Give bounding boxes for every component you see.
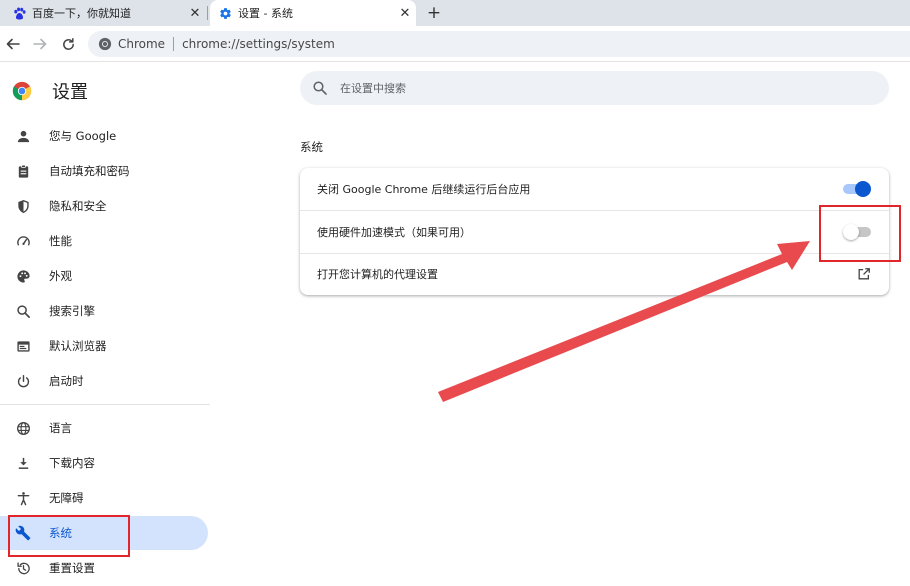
sidebar-item-appearance[interactable]: 外观: [0, 259, 208, 293]
settings-gear-icon: [218, 6, 232, 20]
sidebar-item-label: 隐私和安全: [49, 199, 107, 213]
tab-close-button[interactable]: ✕: [188, 6, 202, 21]
sidebar-item-autofill[interactable]: 自动填充和密码: [0, 154, 208, 188]
sidebar-item-label: 默认浏览器: [49, 339, 107, 353]
chrome-logo-icon: [98, 37, 112, 51]
sidebar-item-label: 您与 Google: [49, 129, 117, 143]
arrow-left-icon: [6, 38, 20, 50]
arrow-right-icon: [33, 38, 47, 50]
sidebar-item-label: 外观: [49, 269, 72, 283]
settings-title: 设置: [52, 82, 88, 103]
annotation-highlight-box: [819, 205, 901, 262]
baidu-paw-icon: [12, 6, 26, 20]
sidebar-item-on-startup[interactable]: 启动时: [0, 364, 208, 398]
sidebar-item-label: 无障碍: [49, 491, 84, 505]
person-icon: [14, 127, 32, 145]
search-placeholder: 在设置中搜索: [340, 82, 406, 95]
external-link-icon[interactable]: [855, 265, 873, 283]
sidebar-item-default-browser[interactable]: 默认浏览器: [0, 329, 208, 363]
sidebar-item-performance[interactable]: 性能: [0, 224, 208, 258]
tab-title: 设置 - 系统: [238, 7, 293, 20]
setting-label: 使用硬件加速模式（如果可用）: [317, 226, 471, 239]
sidebar-item-search-engine[interactable]: 搜索引擎: [0, 294, 208, 328]
sidebar-item-label: 性能: [49, 234, 72, 248]
search-icon: [313, 81, 327, 95]
system-settings-card: 关闭 Google Chrome 后继续运行后台应用 使用硬件加速模式（如果可用…: [300, 168, 889, 295]
shield-icon: [14, 197, 32, 215]
settings-header: 设置: [12, 78, 88, 104]
reset-history-icon: [14, 559, 32, 577]
setting-row-hardware-acceleration[interactable]: 使用硬件加速模式（如果可用）: [300, 211, 889, 253]
sidebar-item-label: 自动填充和密码: [49, 164, 130, 178]
tab-baidu[interactable]: 百度一下，你就知道 ✕: [6, 0, 206, 26]
setting-label: 关闭 Google Chrome 后继续运行后台应用: [317, 183, 531, 196]
sidebar-item-privacy[interactable]: 隐私和安全: [0, 189, 208, 223]
chrome-logo-icon: [12, 81, 32, 101]
palette-icon: [14, 267, 32, 285]
url-text: chrome://settings/system: [182, 37, 335, 51]
sidebar-item-label: 下载内容: [49, 456, 95, 470]
address-divider: [173, 37, 175, 51]
tab-title: 百度一下，你就知道: [32, 7, 131, 20]
download-icon: [14, 454, 32, 472]
sidebar-item-label: 搜索引擎: [49, 304, 95, 318]
origin-chip-label: Chrome: [118, 37, 166, 51]
setting-row-background-apps[interactable]: 关闭 Google Chrome 后继续运行后台应用: [300, 168, 889, 210]
browser-toolbar: Chrome chrome://settings/system: [0, 26, 910, 62]
background-apps-toggle[interactable]: [843, 181, 871, 197]
back-button[interactable]: [3, 34, 23, 54]
power-icon: [14, 372, 32, 390]
tab-strip: 百度一下，你就知道 ✕ 设置 - 系统 ✕ +: [0, 0, 910, 26]
accessibility-icon: [14, 489, 32, 507]
sidebar-item-downloads[interactable]: 下载内容: [0, 446, 208, 480]
new-tab-button[interactable]: +: [424, 3, 444, 23]
forward-button[interactable]: [30, 34, 50, 54]
sidebar-item-label: 启动时: [49, 374, 84, 388]
tab-close-button[interactable]: ✕: [398, 6, 412, 21]
settings-sidebar: 设置 您与 Google 自动填充和密码 隐私和安全 性能 外观 搜索引擎 默认…: [0, 62, 215, 586]
clipboard-icon: [14, 162, 32, 180]
toggle-knob: [855, 181, 871, 197]
speedometer-icon: [14, 232, 32, 250]
sidebar-item-accessibility[interactable]: 无障碍: [0, 481, 208, 515]
section-title: 系统: [300, 140, 323, 154]
tab-settings-system[interactable]: 设置 - 系统 ✕: [210, 0, 416, 26]
sidebar-item-label: 重置设置: [49, 561, 95, 575]
tab-divider: [207, 6, 208, 20]
sidebar-item-languages[interactable]: 语言: [0, 411, 208, 445]
reload-button[interactable]: [58, 34, 78, 54]
search-icon: [14, 302, 32, 320]
browser-window-icon: [14, 337, 32, 355]
reload-icon: [62, 37, 74, 50]
setting-row-proxy[interactable]: 打开您计算机的代理设置: [300, 253, 889, 295]
globe-icon: [14, 419, 32, 437]
sidebar-item-label: 语言: [49, 421, 72, 435]
annotation-highlight-box: [8, 515, 130, 557]
sidebar-item-you-and-google[interactable]: 您与 Google: [0, 119, 208, 153]
settings-search-input[interactable]: 在设置中搜索: [300, 71, 889, 105]
address-bar[interactable]: Chrome chrome://settings/system: [88, 31, 910, 57]
setting-label: 打开您计算机的代理设置: [317, 268, 438, 281]
sidebar-divider: [0, 404, 210, 405]
